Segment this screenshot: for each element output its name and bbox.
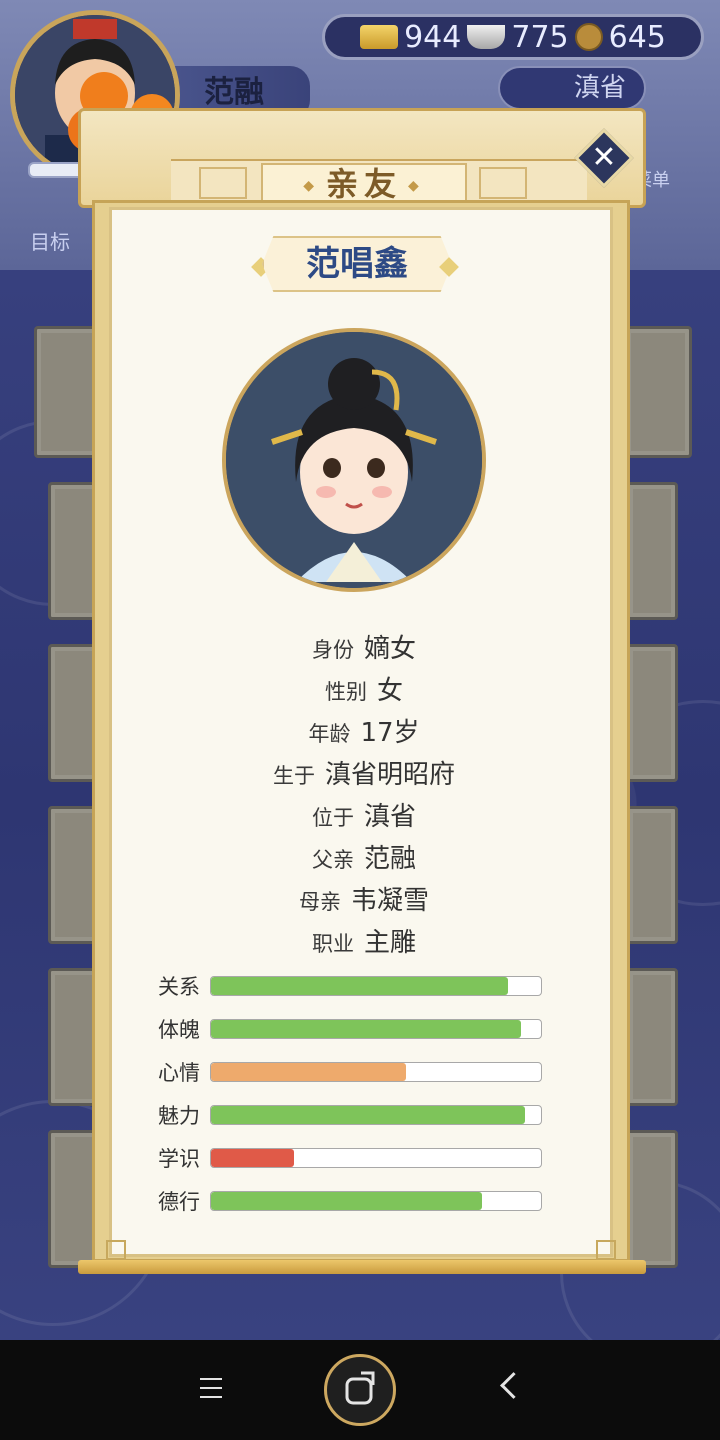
info-value: 滇省明昭府 xyxy=(324,760,455,790)
region-label: 滇省 xyxy=(573,73,626,103)
info-value: 主雕 xyxy=(363,928,416,958)
home-button[interactable] xyxy=(324,1354,396,1426)
dialog-title-text: 亲友 xyxy=(325,165,402,203)
info-key: 职业 xyxy=(311,932,354,956)
info-value: 女 xyxy=(376,676,403,706)
currency-bar: 944 775 645 xyxy=(322,14,704,60)
info-value: 嫡女 xyxy=(363,634,416,664)
stat-row-virtue: 德行 xyxy=(158,1179,558,1222)
stat-fill xyxy=(211,1062,406,1081)
close-icon: ✕ xyxy=(591,140,617,175)
gold-ingot-icon xyxy=(360,25,399,49)
stat-label: 心情 xyxy=(158,1060,200,1085)
info-value: 17岁 xyxy=(360,718,420,748)
info-row-gender: 性别女 xyxy=(112,670,616,712)
info-row-identity: 身份 嫡女 xyxy=(112,628,616,670)
back-button[interactable] xyxy=(500,1372,527,1399)
goal-button[interactable]: 目标 xyxy=(30,226,70,255)
info-row-location: 位于 滇省 xyxy=(112,796,616,838)
person-name: 范唱鑫 xyxy=(262,236,452,292)
info-list: 身份 嫡女 性别女 年龄 17岁 生于 滇省明昭府 位于 滇省 父亲 范融 母亲 韦凝雪 职… xyxy=(112,628,616,964)
stat-row-charm: 魅力 xyxy=(158,1093,558,1136)
coin-icon xyxy=(574,23,603,51)
stat-row-mood: 心情 xyxy=(158,1050,558,1093)
info-key: 生于 xyxy=(272,764,315,788)
info-key: 母亲 xyxy=(298,890,341,914)
stat-row-relationship: 关系 xyxy=(158,964,558,1007)
stats-list: 关系 体魄 心情 魅力 学识 德行 xyxy=(158,964,558,1222)
person-portrait xyxy=(222,328,486,592)
stat-fill xyxy=(211,1148,294,1167)
info-key: 年龄 xyxy=(308,722,351,746)
corner-ornament xyxy=(106,1240,126,1260)
info-key: 性别 xyxy=(324,680,367,704)
info-row-birthplace: 生于 滇省明昭府 xyxy=(112,754,616,796)
stat-bar xyxy=(210,1061,542,1082)
header-ornament xyxy=(199,167,247,199)
stat-label: 体魄 xyxy=(158,1017,200,1042)
info-key: 身份 xyxy=(311,638,354,662)
stat-fill xyxy=(211,1019,522,1038)
stat-label: 魅力 xyxy=(158,1103,200,1128)
info-row-occupation: 职业 主雕 xyxy=(112,922,616,964)
info-value: 范融 xyxy=(363,844,416,874)
menu-icon xyxy=(200,1396,222,1398)
stat-bar xyxy=(210,1190,542,1211)
dialog-body: 范唱鑫 身份 嫡女 性别 女 年龄 17岁 生于 滇省明昭府 位于 滇省 父亲 … xyxy=(92,200,630,1262)
info-row-age: 年龄 17岁 xyxy=(112,712,616,754)
stat-fill xyxy=(211,976,508,995)
stat-bar xyxy=(210,1147,542,1168)
dialog-header: ◆ 亲友 ◆ ✕ xyxy=(78,108,646,208)
stat-fill xyxy=(211,1105,525,1124)
stat-bar xyxy=(210,975,542,996)
silver-ingot-icon xyxy=(467,25,506,49)
dialog-title: ◆ 亲友 ◆ xyxy=(261,163,467,205)
stat-label: 关系 xyxy=(158,974,200,999)
stat-bar xyxy=(210,1018,542,1039)
system-nav-bar xyxy=(0,1340,720,1440)
menu-icon xyxy=(200,1387,222,1389)
relative-detail-dialog: ◆ 亲友 ◆ ✕ 范唱鑫 身份 嫡女 性别 女 年龄 17岁 生于 滇省明昭府 … xyxy=(78,108,646,1274)
silver-amount: 775 xyxy=(511,19,569,55)
stat-fill xyxy=(211,1191,482,1210)
stat-bar xyxy=(210,1104,542,1125)
coin-amount: 645 xyxy=(608,19,666,55)
dialog-paper: 范唱鑫 身份 嫡女 性别 女 年龄 17岁 生于 滇省明昭府 位于 滇省 父亲 … xyxy=(106,207,616,1260)
stat-row-physique: 体魄 xyxy=(158,1007,558,1050)
info-value: 韦凝雪 xyxy=(350,886,429,916)
gold-amount: 944 xyxy=(404,19,462,55)
info-value: 滇省 xyxy=(363,802,416,832)
header-ornament xyxy=(479,167,527,199)
info-key: 位于 xyxy=(311,806,354,830)
dialog-bottom-bar xyxy=(78,1260,646,1274)
menu-icon xyxy=(200,1378,222,1380)
region-button[interactable]: 滇省 xyxy=(498,66,646,110)
info-key: 父亲 xyxy=(311,848,354,872)
home-icon xyxy=(345,1371,375,1405)
stat-label: 德行 xyxy=(158,1189,200,1214)
stat-label: 学识 xyxy=(158,1146,200,1171)
info-row-mother: 母亲 韦凝雪 xyxy=(112,880,616,922)
info-row-father: 父亲 范融 xyxy=(112,838,616,880)
corner-ornament xyxy=(596,1240,616,1260)
stat-row-knowledge: 学识 xyxy=(158,1136,558,1179)
recent-apps-button[interactable] xyxy=(200,1378,222,1400)
